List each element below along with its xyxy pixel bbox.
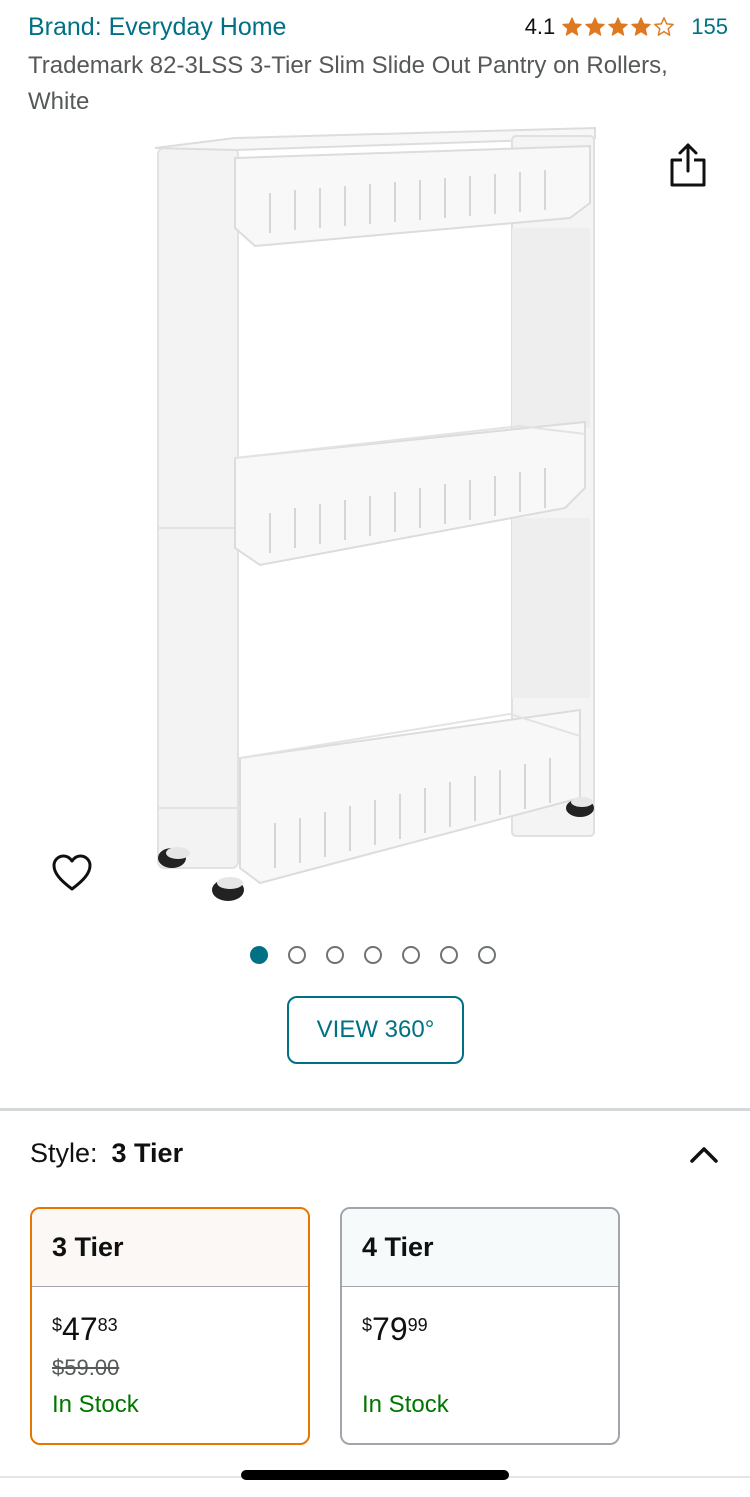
- star-rating: [561, 16, 675, 38]
- carousel-dot[interactable]: [364, 946, 382, 964]
- star-full-icon: [585, 17, 605, 36]
- carousel-dot[interactable]: [478, 946, 496, 964]
- style-option-details: $ 79 99 In Stock: [342, 1287, 618, 1419]
- list-price-empty: [362, 1355, 598, 1383]
- carousel-dot[interactable]: [250, 946, 268, 964]
- price-whole: 47: [62, 1311, 98, 1347]
- style-option-4-tier[interactable]: 4 Tier $ 79 99 In Stock: [340, 1207, 620, 1445]
- image-carousel-dots: [250, 946, 496, 964]
- section-divider: [0, 1108, 750, 1111]
- rating-value: 4.1: [524, 14, 556, 39]
- star-full-icon: [631, 17, 651, 36]
- style-option-details: $ 47 83 $59.00 In Stock: [32, 1287, 308, 1419]
- chevron-up-icon[interactable]: [688, 1143, 720, 1165]
- price-currency: $: [52, 1315, 63, 1335]
- carousel-dot[interactable]: [288, 946, 306, 964]
- product-header: Brand: Everyday Home 4.1 155 Trademark 8…: [28, 10, 728, 120]
- price-currency: $: [362, 1315, 373, 1335]
- carousel-dot[interactable]: [402, 946, 420, 964]
- carousel-dot[interactable]: [440, 946, 458, 964]
- view-360-button[interactable]: VIEW 360°: [287, 996, 464, 1064]
- option-price: $ 47 83: [52, 1311, 288, 1347]
- star-full-icon: [562, 17, 582, 36]
- style-selected-value: 3 Tier: [111, 1138, 184, 1168]
- review-count-link[interactable]: 155: [691, 14, 728, 40]
- option-price: $ 79 99: [362, 1311, 598, 1347]
- carousel-dot[interactable]: [326, 946, 344, 964]
- stock-status: In Stock: [52, 1391, 139, 1418]
- share-icon[interactable]: [668, 142, 708, 188]
- style-option-3-tier[interactable]: 3 Tier $ 47 83 $59.00 In Stock: [30, 1207, 310, 1445]
- price-fraction: 83: [97, 1315, 118, 1335]
- product-title: Trademark 82-3LSS 3-Tier Slim Slide Out …: [28, 52, 668, 115]
- style-label: Style: 3 Tier: [30, 1138, 183, 1169]
- price-whole: 79: [372, 1311, 408, 1347]
- price-fraction: 99: [407, 1315, 428, 1335]
- rating-summary[interactable]: 4.1 155: [525, 14, 728, 40]
- home-indicator[interactable]: [241, 1470, 509, 1480]
- heart-icon[interactable]: [50, 851, 94, 895]
- stock-status: In Stock: [362, 1391, 449, 1418]
- style-option-name: 4 Tier: [342, 1209, 618, 1287]
- product-image[interactable]: [140, 118, 620, 918]
- brand-link[interactable]: Brand: Everyday Home: [28, 13, 286, 42]
- style-selector-header[interactable]: Style: 3 Tier: [30, 1138, 720, 1169]
- star-empty-icon: [654, 17, 675, 36]
- style-option-name: 3 Tier: [32, 1209, 308, 1287]
- list-price: $59.00: [52, 1355, 120, 1380]
- style-label-text: Style:: [30, 1138, 98, 1168]
- brand-rating-row: Brand: Everyday Home 4.1 155: [28, 10, 728, 44]
- star-full-icon: [608, 17, 628, 36]
